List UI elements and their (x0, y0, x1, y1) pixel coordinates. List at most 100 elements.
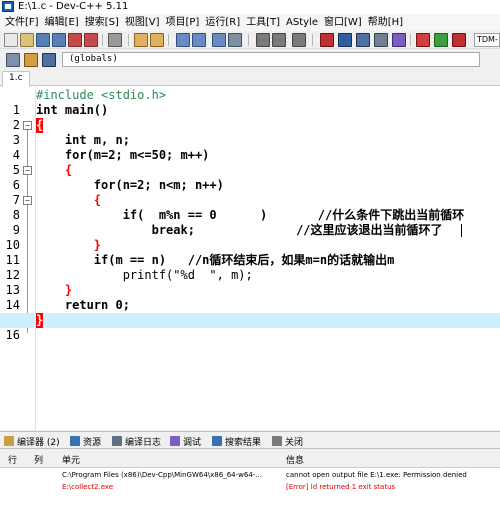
code-editor[interactable]: 1 #include <stdio.h> 2 int main() 3 − { … (0, 86, 500, 430)
menu-edit[interactable]: 编辑[E] (42, 15, 82, 31)
code-line-14: 14 } (0, 283, 500, 312)
code-text: printf("%d ", m); (36, 268, 253, 282)
code-line-9: 9 if( m%n == 0 ) //什么条件下跳出当前循环 (0, 208, 500, 237)
line-number: 16 (5, 328, 20, 342)
toolbar-separator (102, 34, 103, 46)
column-header-row[interactable]: 行 (8, 453, 17, 466)
info-cell: cannot open output file E:\1.exe: Permis… (286, 471, 467, 479)
tab-label: 编译器 (2) (17, 437, 60, 448)
code-text: if(m == n) //n循环结束后，如果m=n的话就输出m (36, 253, 395, 267)
tab-close[interactable]: 关闭 (272, 434, 303, 448)
compile-run-icon[interactable] (356, 33, 370, 47)
code-line-8: 8 − { (0, 193, 500, 222)
unindent-icon[interactable] (272, 33, 286, 47)
menu-search[interactable]: 搜索[S] (82, 15, 122, 31)
goto-bookmark-icon[interactable] (42, 53, 56, 67)
undo-icon[interactable] (134, 33, 148, 47)
find-next-icon[interactable] (212, 33, 226, 47)
column-header-col[interactable]: 列 (34, 453, 43, 466)
code-text: for(m=2; m<=50; m++) (36, 148, 210, 162)
column-header-unit[interactable]: 单元 (62, 453, 80, 466)
profile-icon[interactable] (434, 33, 448, 47)
code-text: { (36, 193, 102, 207)
menu-file[interactable]: 文件[F] (2, 15, 42, 31)
scope-select[interactable]: (globals) (62, 52, 480, 67)
code-line-16: 16 } (0, 313, 500, 342)
run-icon[interactable] (338, 33, 352, 47)
code-text: int main() (36, 103, 109, 117)
tab-label: 调试 (183, 437, 202, 448)
code-line-3: 3 − { (0, 118, 500, 147)
table-row[interactable]: C:\Program Files (x86)\Dev-Cpp\MinGW64\x… (0, 469, 500, 481)
insert-icon[interactable] (6, 53, 20, 67)
rebuild-icon[interactable] (374, 33, 388, 47)
toolbar-separator (410, 34, 411, 46)
fold-toggle-icon[interactable]: − (23, 196, 32, 205)
tab-label: 搜索结果 (225, 437, 262, 448)
save-all-icon[interactable] (52, 33, 66, 47)
menu-window[interactable]: 窗口[W] (321, 15, 365, 31)
tab-resources[interactable]: 资源 (70, 434, 101, 448)
menu-tools[interactable]: 工具[T] (243, 15, 283, 31)
close-panel-icon (272, 436, 282, 446)
redo-icon[interactable] (150, 33, 164, 47)
toolbar-separator (168, 34, 169, 46)
find-icon[interactable] (176, 33, 190, 47)
code-text: return 0; (36, 298, 130, 312)
toolbar-separator (128, 34, 129, 46)
output-table: C:\Program Files (x86)\Dev-Cpp\MinGW64\x… (0, 468, 500, 517)
code-line-11: 11 } (0, 238, 500, 267)
menu-run[interactable]: 运行[R] (202, 15, 243, 31)
compiler-select[interactable]: TDM- (474, 33, 500, 47)
menu-view[interactable]: 视图[V] (122, 15, 163, 31)
code-line-7: 7 for(n=2; n<m; n++) (0, 178, 500, 207)
menu-project[interactable]: 项目[P] (163, 15, 203, 31)
code-text: { (36, 118, 44, 133)
menu-astyle[interactable]: AStyle (283, 15, 321, 31)
tab-compiler[interactable]: 编译器 (2) (4, 434, 60, 448)
code-line-5: 5 for(m=2; m<=50; m++) (0, 148, 500, 177)
toggle-comment-icon[interactable] (292, 33, 306, 47)
compile-icon[interactable] (320, 33, 334, 47)
replace-icon[interactable] (192, 33, 206, 47)
code-text: int m, n; (36, 133, 130, 147)
compiler-icon (4, 436, 14, 446)
open-file-icon[interactable] (20, 33, 34, 47)
bookmark-icon[interactable] (24, 53, 38, 67)
code-text: for(n=2; n<m; n++) (36, 178, 224, 192)
toolbar-separator (248, 34, 249, 46)
goto-line-icon[interactable] (228, 33, 242, 47)
tab-label: 编译日志 (125, 437, 162, 448)
new-file-icon[interactable] (4, 33, 18, 47)
print-icon[interactable] (108, 33, 122, 47)
column-header-info[interactable]: 信息 (286, 453, 304, 466)
menu-help[interactable]: 帮助[H] (365, 15, 406, 31)
code-text: { (36, 163, 73, 177)
syntax-check-icon[interactable] (392, 33, 406, 47)
save-icon[interactable] (36, 33, 50, 47)
code-text: } (36, 283, 73, 297)
tab-1-c[interactable]: 1.c (2, 71, 30, 86)
fold-toggle-icon[interactable]: − (23, 166, 32, 175)
debug-check-icon (170, 436, 180, 446)
debug-icon[interactable] (452, 33, 466, 47)
stop-execution-icon[interactable] (416, 33, 430, 47)
close-file-icon[interactable] (68, 33, 82, 47)
code-text: } (36, 313, 44, 328)
tab-debug[interactable]: 调试 (170, 434, 201, 448)
table-row[interactable]: E:\collect2.exe [Error] ld returned 1 ex… (0, 481, 500, 493)
compile-log-icon (112, 436, 122, 446)
code-line-4: 4 int m, n; (0, 133, 500, 162)
indent-icon[interactable] (256, 33, 270, 47)
code-text: if( m%n == 0 ) //什么条件下跳出当前循环 (36, 208, 465, 222)
title-bar: E:\1.c - Dev-C++ 5.11 (0, 0, 500, 14)
class-toolbar: (globals) (0, 50, 500, 69)
tab-compile-log[interactable]: 编译日志 (112, 434, 161, 448)
output-panel-tabs: 编译器 (2) 资源 编译日志 调试 搜索结果 关闭 (0, 431, 500, 449)
code-text: } (36, 238, 102, 252)
tab-search-results[interactable]: 搜索结果 (212, 434, 261, 448)
fold-toggle-icon[interactable]: − (23, 121, 32, 130)
close-all-icon[interactable] (84, 33, 98, 47)
code-line-13: 13 printf("%d ", m); (0, 268, 500, 297)
tab-label: 关闭 (285, 437, 304, 448)
